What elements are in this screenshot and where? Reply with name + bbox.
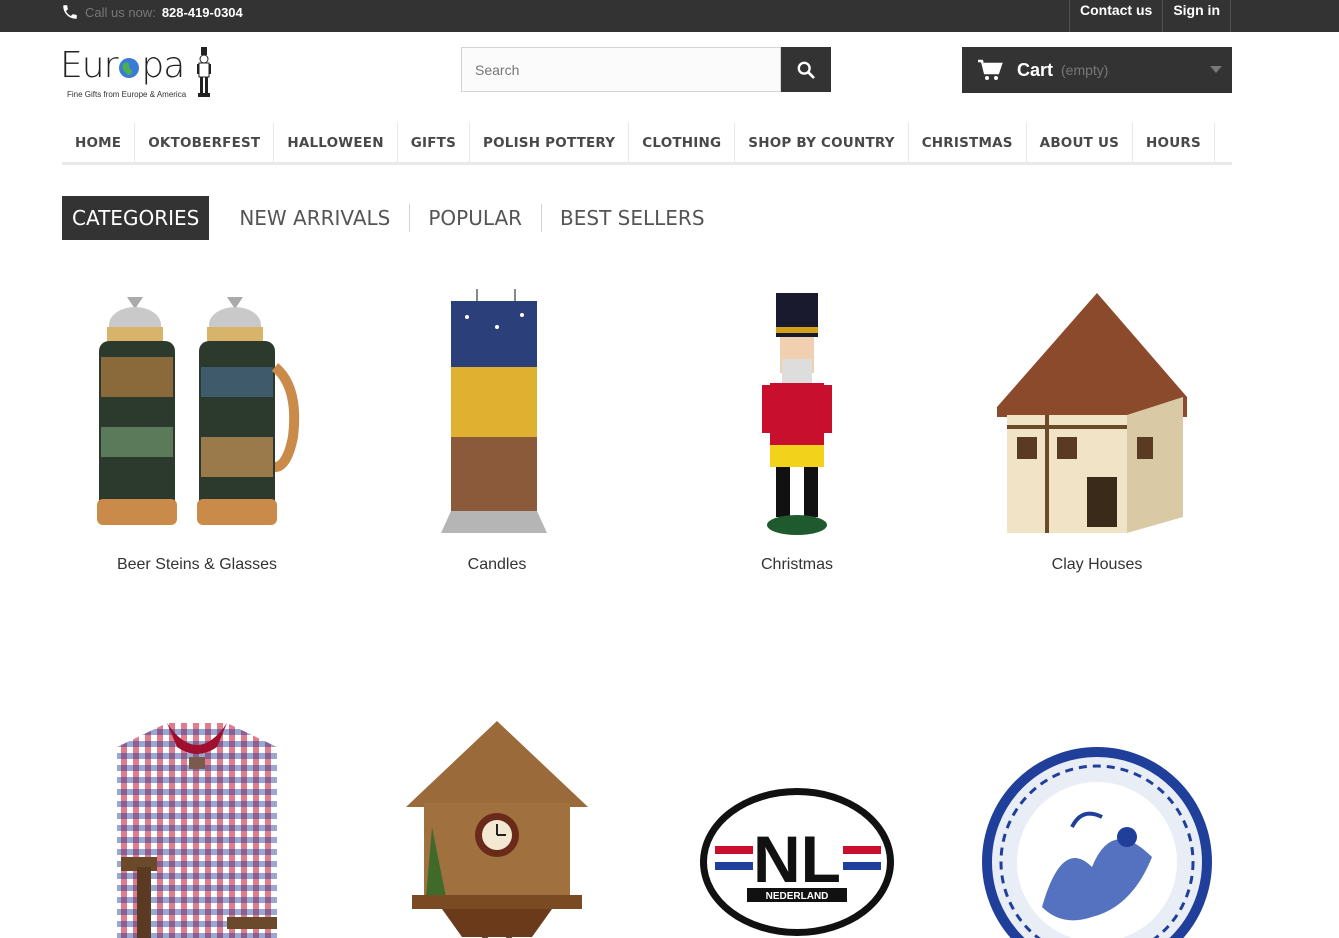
category-card[interactable]: Beer Steins & Glasses <box>47 282 347 574</box>
category-card[interactable]: Clay Houses <box>947 282 1247 574</box>
globe-icon <box>119 58 140 78</box>
search-bar <box>461 47 831 92</box>
delft-plate-image[interactable] <box>947 712 1247 938</box>
phone-icon <box>63 5 77 19</box>
contact-us-link[interactable]: Contact us <box>1068 0 1162 32</box>
site-logo[interactable]: Eur pa Fine Gifts from Europe & America <box>60 45 220 103</box>
call-label: Call us now: <box>85 4 156 20</box>
tab-new-arrivals[interactable]: NEW ARRIVALS <box>209 196 409 240</box>
nl-sticker-image[interactable]: NL NEDERLAND <box>647 712 947 938</box>
nutcracker-logo-icon <box>197 47 211 97</box>
menu-item-christmas[interactable]: CHRISTMAS <box>909 123 1027 162</box>
category-name[interactable]: Candles <box>347 556 647 574</box>
category-card[interactable] <box>947 712 1247 938</box>
cuckoo-clock-image[interactable] <box>347 712 647 938</box>
phone-number: 828-419-0304 <box>161 4 243 20</box>
category-card[interactable]: NL NEDERLAND <box>647 712 947 938</box>
logo-wordmark: Eur pa <box>60 45 185 86</box>
cart-button[interactable]: Cart (empty) <box>962 47 1232 93</box>
search-icon <box>797 61 815 79</box>
search-input[interactable] <box>461 47 781 92</box>
shirt-image[interactable] <box>47 712 347 938</box>
cart-status: (empty) <box>1061 62 1109 78</box>
stein-left <box>97 297 177 525</box>
menu-item-clothing[interactable]: CLOTHING <box>629 123 736 162</box>
menu-item-shop-by-country[interactable]: SHOP BY COUNTRY <box>735 123 909 162</box>
category-card[interactable] <box>47 712 347 938</box>
top-bar: Call us now: 828-419-0304 Contact us Sig… <box>0 0 1339 32</box>
menu-item-hours[interactable]: HOURS <box>1133 123 1215 162</box>
phone-info: Call us now: 828-419-0304 <box>61 0 243 24</box>
home-tabs: CATEGORIES NEW ARRIVALS POPULAR BEST SEL… <box>62 196 724 240</box>
search-button[interactable] <box>781 47 831 92</box>
tab-categories[interactable]: CATEGORIES <box>62 196 210 240</box>
stein-right <box>197 297 300 525</box>
sticker-code: NL <box>753 822 841 896</box>
tab-popular[interactable]: POPULAR <box>409 196 541 240</box>
category-card[interactable] <box>347 712 647 938</box>
category-card[interactable]: Candles <box>347 282 647 574</box>
cart-label: Cart <box>1017 59 1054 80</box>
menu-item-halloween[interactable]: HALLOWEEN <box>274 123 398 162</box>
category-card[interactable]: Christmas <box>647 282 947 574</box>
tab-best-sellers[interactable]: BEST SELLERS <box>541 196 723 240</box>
category-name[interactable]: Christmas <box>647 556 947 574</box>
menu-item-home[interactable]: HOME <box>62 123 136 162</box>
nutcracker-image[interactable] <box>647 282 947 542</box>
category-name[interactable]: Clay Houses <box>947 556 1247 574</box>
top-links: Contact us Sign in <box>1068 0 1231 32</box>
sticker-country: NEDERLAND <box>766 891 829 902</box>
logo-tagline: Fine Gifts from Europe & America <box>67 90 187 99</box>
main-menu: HOME OKTOBERFEST HALLOWEEN GIFTS POLISH … <box>62 123 1232 165</box>
menu-item-gifts[interactable]: GIFTS <box>398 123 470 162</box>
beer-stein-image[interactable] <box>47 282 347 542</box>
menu-item-oktoberfest[interactable]: OKTOBERFEST <box>135 123 275 162</box>
chevron-down-icon <box>1210 66 1222 73</box>
candle-image[interactable] <box>347 282 647 542</box>
category-name[interactable]: Beer Steins & Glasses <box>47 556 347 574</box>
sign-in-link[interactable]: Sign in <box>1162 0 1231 32</box>
menu-item-polish-pottery[interactable]: POLISH POTTERY <box>470 123 630 162</box>
menu-item-about-us[interactable]: ABOUT US <box>1027 123 1134 162</box>
clay-house-image[interactable] <box>947 282 1247 542</box>
shopping-cart-icon <box>978 59 1003 80</box>
